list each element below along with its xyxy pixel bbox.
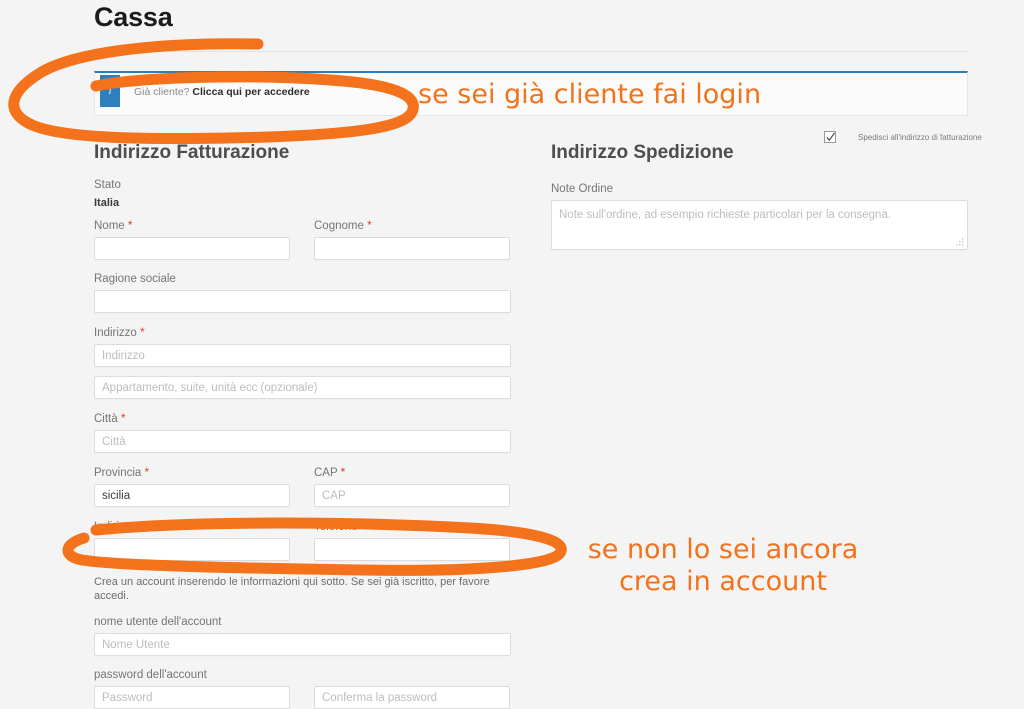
required-mark: * — [360, 519, 366, 533]
email-phone-row: Indirizzo email * Telefono * — [94, 519, 512, 561]
field-last-name: Cognome * — [314, 218, 510, 260]
required-mark: * — [367, 218, 372, 232]
login-notice-link[interactable]: Clicca qui per accedere — [192, 86, 309, 98]
first-name-input[interactable] — [94, 237, 290, 260]
country-label: Stato — [94, 179, 121, 191]
field-password-confirm — [314, 686, 510, 709]
field-first-name: Nome * — [94, 218, 290, 260]
state-input[interactable] — [94, 484, 290, 507]
postcode-input[interactable] — [314, 484, 510, 507]
billing-heading: Indirizzo Fatturazione — [94, 142, 290, 163]
address-input[interactable] — [94, 344, 511, 367]
page-title: Cassa — [94, 2, 173, 32]
company-input[interactable] — [94, 290, 511, 313]
order-notes-textarea[interactable] — [551, 200, 968, 250]
field-city: Città * — [94, 411, 512, 453]
create-account-note: Crea un account inserendo le informazion… — [94, 576, 490, 602]
required-mark: * — [170, 519, 176, 533]
phone-input[interactable] — [314, 538, 510, 561]
field-password — [94, 686, 290, 709]
account-password-input[interactable] — [94, 686, 290, 709]
state-label: Provincia * — [94, 465, 150, 479]
login-notice-prefix: Già cliente? — [134, 86, 190, 98]
field-address: Indirizzo * — [94, 325, 512, 399]
address2-input[interactable] — [94, 376, 511, 399]
city-label: Città * — [94, 411, 126, 425]
field-phone: Telefono * — [314, 519, 510, 561]
required-mark: * — [120, 411, 126, 425]
field-email: Indirizzo email * — [94, 519, 290, 561]
field-country: Stato Italia — [94, 178, 512, 210]
field-account-password: password dell'account — [94, 668, 512, 709]
last-name-label: Cognome * — [314, 218, 372, 232]
annotation-text-account-line2: crea in account — [619, 566, 827, 597]
field-company: Ragione sociale — [94, 272, 512, 313]
order-notes-wrap — [551, 200, 969, 250]
login-notice-text: Già cliente? Clicca qui per accedere — [134, 86, 310, 98]
required-mark: * — [144, 465, 150, 479]
field-order-notes: Note Ordine — [551, 182, 969, 250]
info-icon: i — [100, 75, 120, 107]
account-username-label: nome utente dell'account — [94, 616, 222, 628]
shipping-heading: Indirizzo Spedizione — [551, 142, 734, 163]
email-input[interactable] — [94, 538, 290, 561]
state-postcode-row: Provincia * CAP * — [94, 465, 512, 507]
city-input[interactable] — [94, 430, 511, 453]
required-mark: * — [140, 325, 145, 339]
postcode-label: CAP * — [314, 465, 346, 479]
account-username-input[interactable] — [94, 633, 511, 656]
phone-label: Telefono * — [314, 519, 366, 533]
last-name-input[interactable] — [314, 237, 510, 260]
shipping-column: Indirizzo Spedizione Note Ordine — [551, 140, 969, 250]
name-row: Nome * Cognome * — [94, 218, 512, 260]
checkout-page: Cassa i Già cliente? Clicca qui per acce… — [0, 0, 1024, 709]
field-state: Provincia * — [94, 465, 290, 507]
annotation-text-account-line1: se non lo sei ancora — [588, 534, 859, 565]
required-mark: * — [127, 218, 133, 232]
company-label: Ragione sociale — [94, 273, 176, 285]
first-name-label: Nome * — [94, 218, 133, 232]
country-value: Italia — [94, 197, 120, 209]
billing-column: Indirizzo Fatturazione Stato Italia Nome… — [94, 140, 512, 709]
order-notes-label: Note Ordine — [551, 183, 614, 195]
password-row — [94, 686, 512, 709]
account-password-confirm-input[interactable] — [314, 686, 510, 709]
field-account-username: nome utente dell'account — [94, 615, 512, 656]
account-password-label: password dell'account — [94, 669, 207, 681]
field-postcode: CAP * — [314, 465, 510, 507]
email-label: Indirizzo email * — [94, 519, 176, 533]
address-label: Indirizzo * — [94, 325, 145, 339]
header-divider — [94, 51, 968, 52]
required-mark: * — [340, 465, 346, 479]
